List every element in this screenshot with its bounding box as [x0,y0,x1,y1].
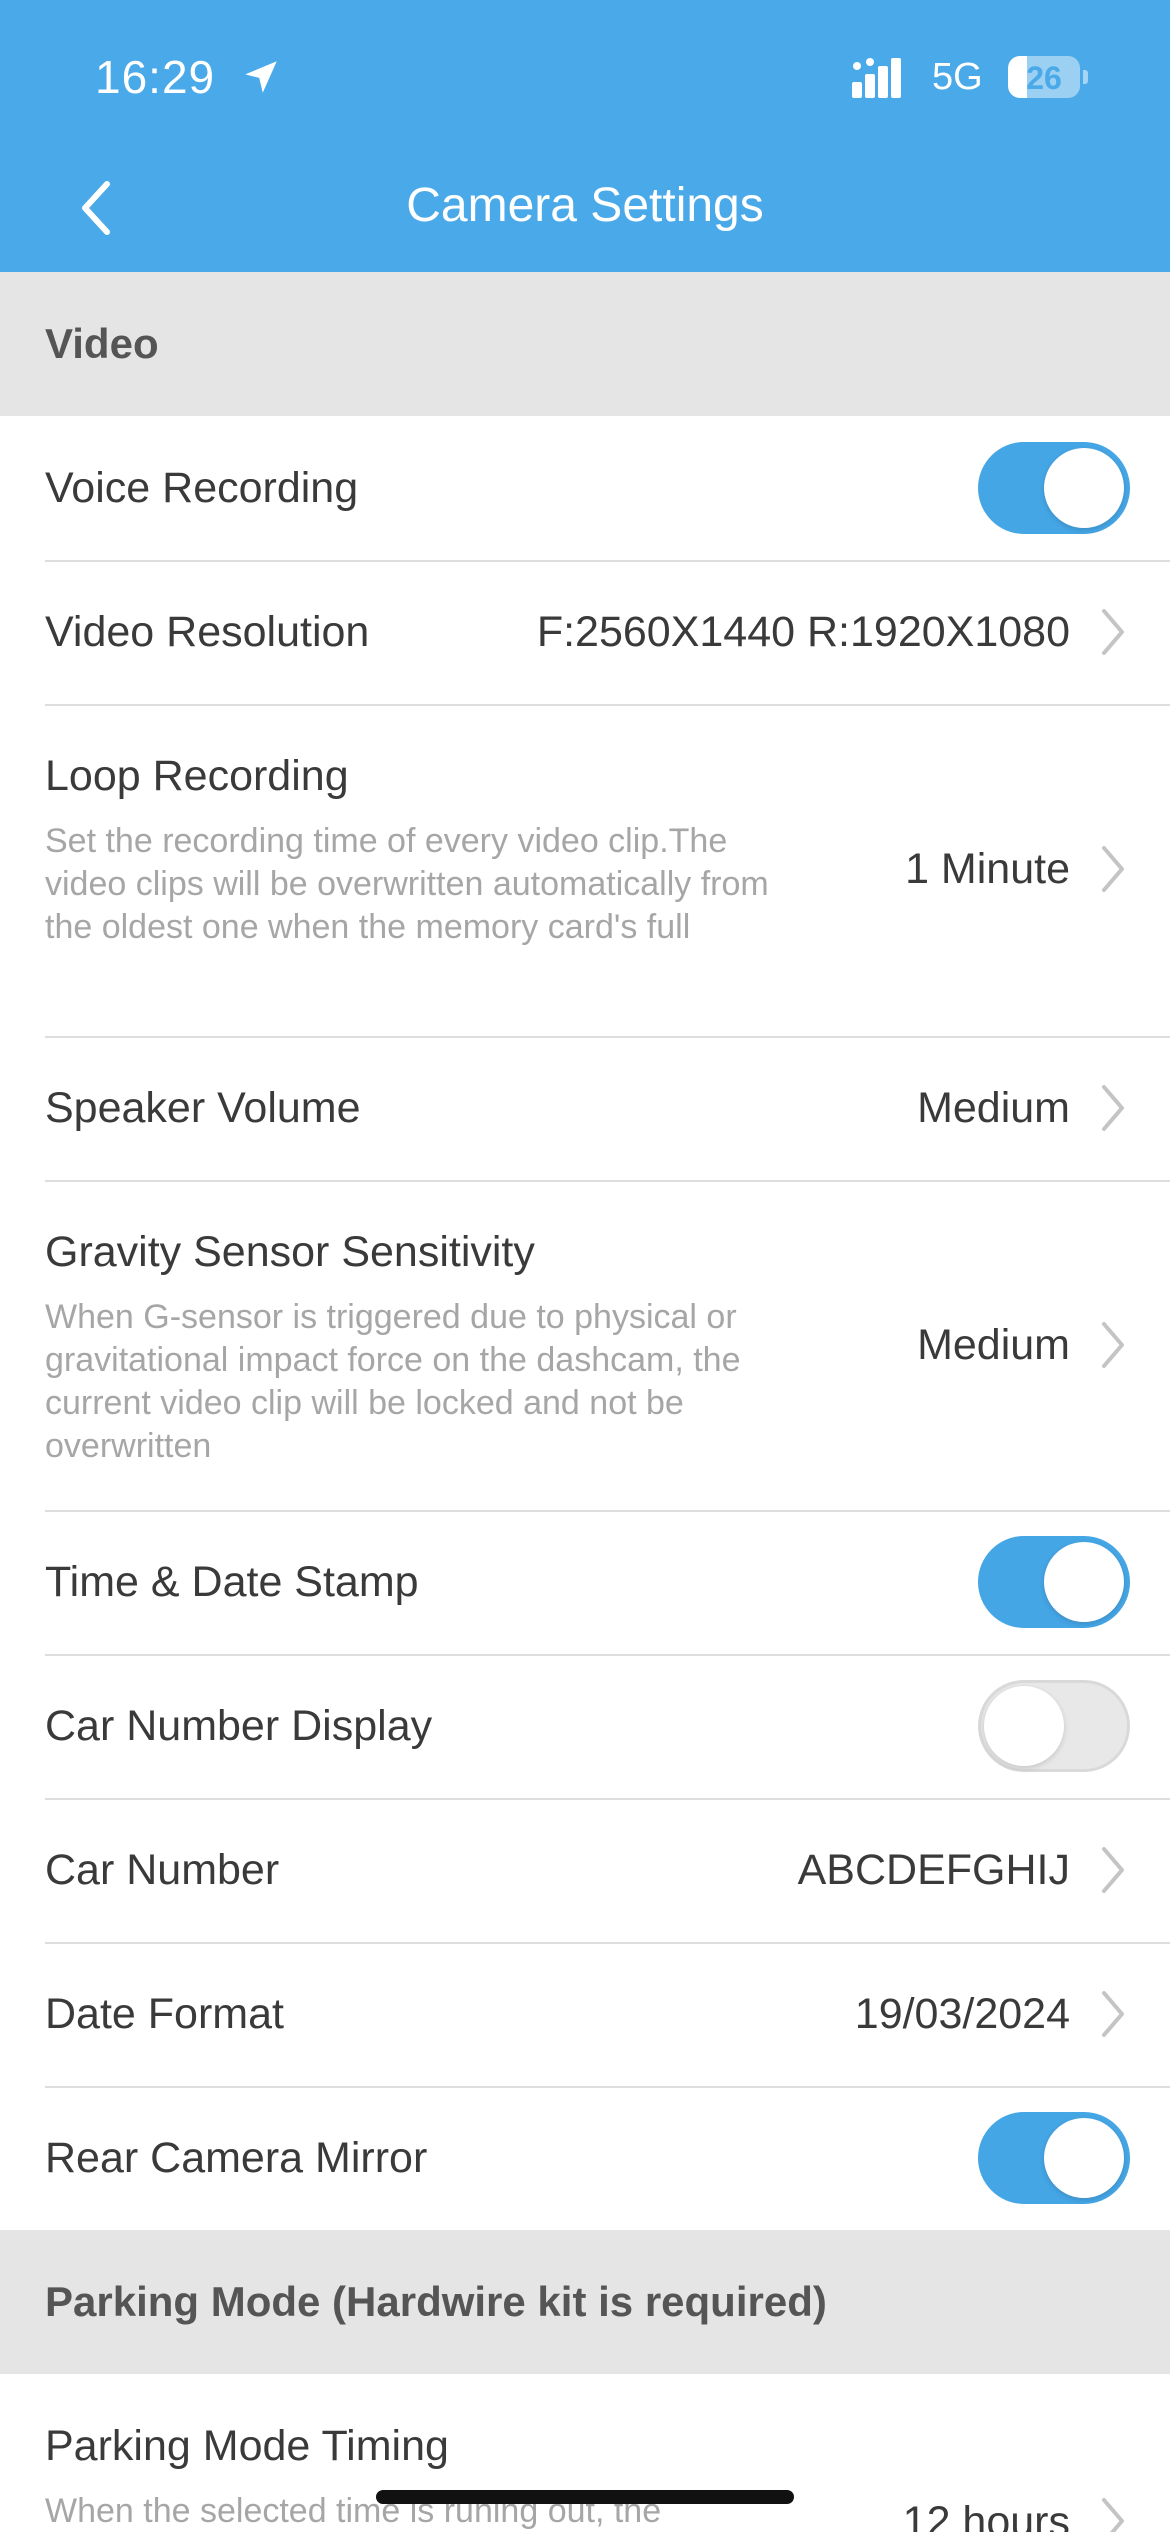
setting-row-speaker-volume[interactable]: Speaker Volume Medium [0,1036,1170,1182]
chevron-right-icon [1102,1085,1124,1131]
section-title: Video [45,320,159,367]
voice-recording-toggle[interactable] [978,442,1130,534]
car-number-display-toggle[interactable] [978,1680,1130,1772]
row-value: F:2560X1440 R:1920X1080 [536,608,1070,656]
setting-row-voice-recording: Voice Recording [0,416,1170,562]
setting-row-rear-camera-mirror: Rear Camera Mirror [0,2086,1170,2230]
home-indicator[interactable] [376,2490,794,2504]
row-value: 12 hours [902,2498,1070,2532]
row-value: 19/03/2024 [854,1990,1070,2038]
chevron-right-icon [1102,846,1124,892]
row-label: Video Resolution [45,608,370,656]
setting-row-date-format[interactable]: Date Format 19/03/2024 [0,1942,1170,2088]
network-type: 5G [932,56,983,98]
page-title: Camera Settings [406,179,764,232]
rear-camera-mirror-toggle[interactable] [978,2112,1130,2204]
setting-row-car-number-display: Car Number Display [0,1654,1170,1800]
setting-row-loop-recording[interactable]: Loop Recording Set the recording time of… [0,704,1170,1038]
row-label: Car Number [45,1846,280,1894]
location-arrow-icon [245,61,277,93]
row-label: Date Format [45,1990,284,2038]
setting-row-time-date-stamp: Time & Date Stamp [0,1510,1170,1656]
row-label: Speaker Volume [45,1084,361,1132]
setting-row-car-number[interactable]: Car Number ABCDEFGHIJ [0,1798,1170,1944]
setting-row-parking-mode-timing[interactable]: Parking Mode Timing When the selected ti… [0,2374,1170,2532]
chevron-right-icon [1102,1847,1124,1893]
section-header-parking-mode: Parking Mode (Hardwire kit is required) [0,2230,1170,2374]
row-value: 1 Minute [905,845,1070,893]
row-label: Car Number Display [45,1702,433,1750]
chevron-right-icon [1102,1991,1124,2037]
setting-row-video-resolution[interactable]: Video Resolution F:2560X1440 R:1920X1080 [0,560,1170,706]
row-label: Gravity Sensor Sensitivity [45,1228,535,1276]
battery-icon: 26 [1008,56,1088,98]
row-value: Medium [917,1321,1070,1369]
row-label: Voice Recording [45,464,359,512]
row-value: ABCDEFGHIJ [797,1846,1070,1894]
row-label: Loop Recording [45,752,349,800]
chevron-right-icon [1102,2498,1124,2532]
chevron-right-icon [1102,1322,1124,1368]
row-description: When G-sensor is triggered due to physic… [45,1298,741,1465]
row-label: Rear Camera Mirror [45,2134,428,2182]
row-value: Medium [917,1084,1070,1132]
time-date-stamp-toggle[interactable] [978,1536,1130,1628]
row-description: Set the recording time of every video cl… [45,822,769,946]
section-title: Parking Mode (Hardwire kit is required) [45,2278,827,2325]
setting-row-gravity-sensor[interactable]: Gravity Sensor Sensitivity When G-sensor… [0,1180,1170,1512]
battery-percent: 26 [1026,60,1062,96]
section-header-video: Video [0,272,1170,416]
app-header: 16:29 5G 26 Camera Settings [0,0,1170,272]
signal-bars-icon [852,58,901,98]
status-time: 16:29 [95,51,216,103]
row-label: Time & Date Stamp [45,1558,419,1606]
row-label: Parking Mode Timing [45,2422,449,2470]
chevron-right-icon [1102,609,1124,655]
